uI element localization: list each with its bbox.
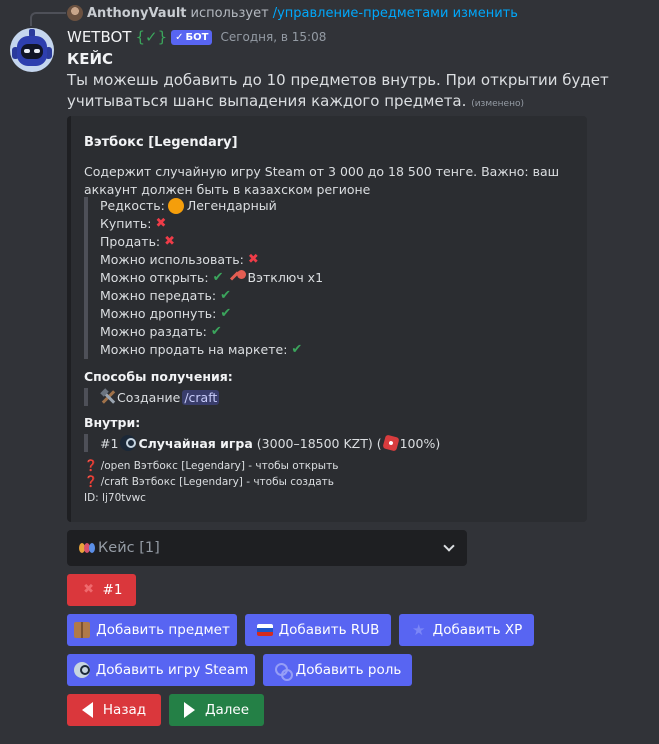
add-item-button[interactable]: Добавить предмет bbox=[67, 614, 237, 646]
embed-description: Содержит случайную игру Steam от 3 000 д… bbox=[84, 164, 560, 197]
message-title: КЕЙС bbox=[67, 50, 114, 68]
key-icon bbox=[229, 270, 246, 286]
property-rarity: Редкость: Легендарный bbox=[100, 198, 277, 214]
steam-icon bbox=[73, 662, 90, 678]
obtain-title: Способы получения: bbox=[84, 369, 233, 384]
hammer-and-pick-icon bbox=[100, 388, 116, 405]
check-mark-icon: ✔ bbox=[212, 270, 224, 285]
cross-icon: ✖ bbox=[83, 582, 94, 597]
message-header: WETBOT {✓} ✓ БОТ Сегодня, в 15:08 bbox=[67, 28, 326, 46]
case-select[interactable]: Кейс [1] bbox=[67, 530, 467, 566]
property-open: Можно открыть: ✔ Вэтключ x1 bbox=[100, 270, 324, 286]
reply-context[interactable]: AnthonyVault использует /управление-пред… bbox=[67, 5, 518, 21]
add-steam-game-button[interactable]: Добавить игру Steam bbox=[67, 654, 255, 686]
question-icon: ❓ bbox=[84, 459, 98, 472]
cross-mark-icon: ✖ bbox=[164, 234, 176, 249]
craft-command-mention[interactable]: /craft bbox=[182, 389, 220, 405]
next-button[interactable]: Далее bbox=[169, 694, 264, 726]
message-body: Ты можешь добавить до 10 предметов внутр… bbox=[67, 71, 609, 110]
obtain-quote: Создание /craft bbox=[84, 388, 220, 406]
bot-username[interactable]: WETBOT bbox=[67, 28, 131, 46]
bot-badge: ✓ БОТ bbox=[171, 29, 213, 45]
property-sell: Продать: ✖ bbox=[100, 234, 176, 249]
verified-check-icon: ✓ bbox=[175, 31, 184, 43]
message-timestamp: Сегодня, в 15:08 bbox=[220, 30, 327, 44]
embed-card: Вэтбокс [Legendary] Содержит случайную и… bbox=[67, 116, 587, 522]
remove-item-1-button[interactable]: ✖ #1 bbox=[67, 574, 136, 606]
item-id: ID: lj70tvwc bbox=[84, 492, 146, 504]
inside-title: Внутри: bbox=[84, 415, 141, 430]
property-drop: Можно дропнуть: ✔ bbox=[100, 306, 232, 321]
chevron-down-icon bbox=[443, 540, 455, 552]
check-mark-icon: ✔ bbox=[291, 342, 303, 357]
bot-tag: {✓} bbox=[135, 28, 168, 46]
case-icon bbox=[79, 541, 95, 555]
reply-username[interactable]: AnthonyVault bbox=[87, 6, 187, 21]
back-button[interactable]: Назад bbox=[67, 694, 161, 726]
property-buy: Купить: ✖ bbox=[100, 216, 167, 231]
check-mark-icon: ✔ bbox=[220, 288, 232, 303]
reply-user-avatar[interactable] bbox=[67, 5, 83, 21]
properties-quote: Редкость: Легендарный Купить: ✖ Продать: ✖… bbox=[84, 197, 323, 359]
check-mark-icon: ✔ bbox=[210, 324, 222, 339]
add-xp-button[interactable]: ★ Добавить XP bbox=[399, 614, 534, 646]
command-hints: ❓/open Вэтбокс [Legendary] - чтобы откры… bbox=[84, 458, 338, 506]
property-giveaway: Можно раздать: ✔ bbox=[100, 324, 222, 339]
add-rub-button[interactable]: Добавить RUB bbox=[245, 614, 391, 646]
case-select-label: Кейс [1] bbox=[98, 540, 160, 556]
orange-circle-icon bbox=[167, 198, 184, 214]
reply-connector bbox=[30, 12, 66, 26]
role-icon bbox=[274, 662, 293, 681]
edited-label: (изменено) bbox=[471, 99, 524, 109]
property-transfer: Можно передать: ✔ bbox=[100, 288, 232, 303]
hint-craft: ❓/craft Вэтбокс [Legendary] - чтобы созд… bbox=[84, 475, 334, 488]
package-icon bbox=[74, 622, 91, 638]
dice-icon bbox=[382, 434, 400, 452]
russia-flag-icon bbox=[256, 624, 273, 636]
hint-open: ❓/open Вэтбокс [Legendary] - чтобы откры… bbox=[84, 459, 339, 472]
star-icon: ★ bbox=[411, 621, 426, 639]
bot-avatar[interactable] bbox=[10, 28, 54, 72]
inside-quote: #1 Случайная игра (3000–18500 KZT) (100%… bbox=[84, 434, 440, 452]
add-role-button[interactable]: Добавить роль bbox=[263, 654, 412, 686]
embed-title: Вэтбокс [Legendary] bbox=[84, 135, 238, 150]
property-use: Можно использовать: ✖ bbox=[100, 252, 259, 267]
question-icon: ❓ bbox=[84, 475, 98, 488]
reply-command-link[interactable]: /управление-предметами изменить bbox=[273, 6, 518, 21]
cross-mark-icon: ✖ bbox=[155, 216, 167, 231]
steam-icon bbox=[120, 435, 137, 451]
check-mark-icon: ✔ bbox=[220, 306, 232, 321]
property-market: Можно продать на маркете: ✔ bbox=[100, 342, 303, 357]
reply-action-text: использует bbox=[190, 5, 269, 21]
cross-mark-icon: ✖ bbox=[247, 252, 259, 267]
arrow-left-icon bbox=[81, 702, 93, 718]
arrow-right-icon bbox=[183, 702, 195, 718]
